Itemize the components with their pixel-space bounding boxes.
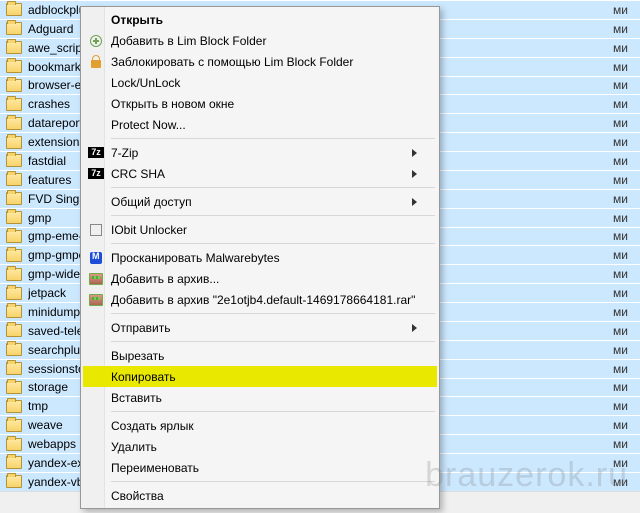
folder-icon [6,22,22,35]
folder-icon [6,230,22,243]
folder-icon [6,211,22,224]
folder-icon [6,381,22,394]
row-right-text: ми [613,41,640,55]
folder-icon [6,456,22,469]
folder-icon [6,154,22,167]
row-right-text: ми [613,192,640,206]
row-right-text: ми [613,399,640,413]
row-right-text: ми [613,78,640,92]
context-menu: Открыть Добавить в Lim Block Folder Забл… [80,6,440,509]
folder-icon [6,136,22,149]
chevron-right-icon [412,198,417,206]
separator [111,215,435,216]
row-right-text: ми [613,343,640,357]
menu-add-archive[interactable]: Добавить в архив... [83,268,437,289]
menu-malwarebytes[interactable]: Просканировать Malwarebytes [83,247,437,268]
row-right-text: ми [613,324,640,338]
folder-icon [6,324,22,337]
winrar-icon [87,291,105,308]
row-right-text: ми [613,305,640,319]
folder-icon [6,419,22,432]
menu-properties[interactable]: Свойства [83,485,437,506]
folder-icon [6,192,22,205]
menu-add-archive-named[interactable]: Добавить в архив "2e1otjb4.default-14691… [83,289,437,310]
menu-send[interactable]: Отправить [83,317,437,338]
chevron-right-icon [412,170,417,178]
plus-icon [87,32,105,49]
row-right-text: ми [613,154,640,168]
separator [111,411,435,412]
menu-lock[interactable]: Lock/UnLock [83,72,437,93]
menu-protect[interactable]: Protect Now... [83,114,437,135]
row-right-text: ми [613,173,640,187]
row-right-text: ми [613,97,640,111]
menu-block-lim[interactable]: Заблокировать с помощью Lim Block Folder [83,51,437,72]
separator [111,481,435,482]
chevron-right-icon [412,149,417,157]
menu-cut[interactable]: Вырезать [83,345,437,366]
sevenzip-icon: 7z [87,144,105,161]
malwarebytes-icon [87,249,105,266]
row-right-text: ми [613,60,640,74]
row-right-text: ми [613,3,640,17]
folder-icon [6,268,22,281]
row-right-text: ми [613,362,640,376]
row-right-text: ми [613,286,640,300]
folder-icon [6,343,22,356]
folder-icon [6,475,22,488]
menu-copy[interactable]: Копировать [83,366,437,387]
row-right-text: ми [613,267,640,281]
lock-icon [87,53,105,70]
row-right-text: ми [613,22,640,36]
menu-add-lim[interactable]: Добавить в Lim Block Folder [83,30,437,51]
folder-icon [6,98,22,111]
separator [111,243,435,244]
folder-icon [6,3,22,16]
menu-shortcut[interactable]: Создать ярлык [83,415,437,436]
folder-icon [6,117,22,130]
row-right-text: ми [613,380,640,394]
winrar-icon [87,270,105,287]
iobit-icon [87,221,105,238]
folder-icon [6,305,22,318]
folder-icon [6,249,22,262]
menu-delete[interactable]: Удалить [83,436,437,457]
folder-icon [6,287,22,300]
row-right-text: ми [613,456,640,470]
menu-rename[interactable]: Переименовать [83,457,437,478]
folder-icon [6,60,22,73]
chevron-right-icon [412,324,417,332]
folder-icon [6,173,22,186]
row-right-text: ми [613,229,640,243]
menu-share[interactable]: Общий доступ [83,191,437,212]
folder-icon [6,41,22,54]
row-right-text: ми [613,248,640,262]
menu-iobit[interactable]: IObit Unlocker [83,219,437,240]
row-right-text: ми [613,211,640,225]
row-right-text: ми [613,135,640,149]
folder-icon [6,79,22,92]
row-right-text: ми [613,437,640,451]
separator [111,138,435,139]
folder-icon [6,438,22,451]
separator [111,187,435,188]
menu-7zip[interactable]: 7z 7-Zip [83,142,437,163]
menu-crc[interactable]: 7z CRC SHA [83,163,437,184]
menu-open-new[interactable]: Открыть в новом окне [83,93,437,114]
crc-icon: 7z [87,165,105,182]
row-right-text: ми [613,116,640,130]
folder-icon [6,400,22,413]
separator [111,341,435,342]
folder-icon [6,362,22,375]
row-right-text: ми [613,475,640,489]
menu-paste[interactable]: Вставить [83,387,437,408]
explorer-window: adblockpluмиAdguardмиawe_scriptsмиbookma… [0,0,640,513]
menu-open[interactable]: Открыть [83,9,437,30]
separator [111,313,435,314]
row-right-text: ми [613,418,640,432]
